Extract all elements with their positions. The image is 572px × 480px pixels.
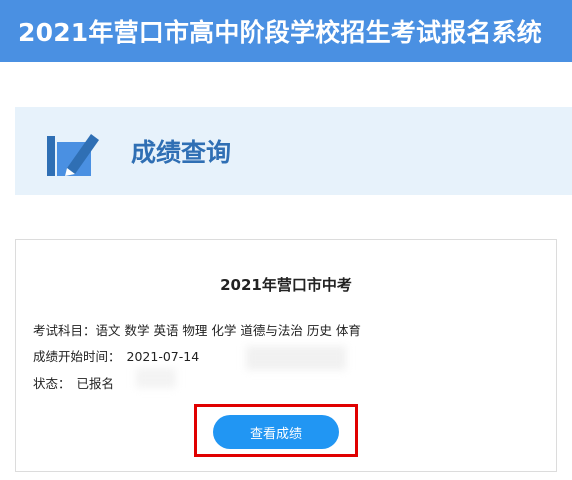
start-time-row: 成绩开始时间： 2021-07-14 [33,346,199,365]
exam-card: 2021年营口市中考 考试科目：语文 数学 英语 物理 化学 道德与法治 历史 … [15,239,557,472]
exam-title: 2021年营口市中考 [220,276,352,294]
subjects-row: 考试科目：语文 数学 英语 物理 化学 道德与法治 历史 体育 [33,320,361,339]
app-header: 2021年营口市高中阶段学校招生考试报名系统 [0,0,572,62]
redacted-area [246,346,346,370]
app-title: 2021年营口市高中阶段学校招生考试报名系统 [18,18,542,47]
status-row: 状态： 已报名 [33,373,114,392]
book-pencil-icon [47,134,99,176]
view-score-button[interactable]: 查看成绩 [213,415,339,449]
status-value: 已报名 [76,376,115,391]
start-time-label: 成绩开始时间： [33,349,121,364]
subjects-label: 考试科目： [33,323,96,338]
start-time-value: 2021-07-14 [126,349,200,364]
redacted-area-2 [136,368,176,388]
subjects-value: 语文 数学 英语 物理 化学 道德与法治 历史 体育 [95,323,361,338]
section-title: 成绩查询 [131,138,232,167]
status-label: 状态： [33,376,71,391]
section-header: 成绩查询 [15,107,572,195]
